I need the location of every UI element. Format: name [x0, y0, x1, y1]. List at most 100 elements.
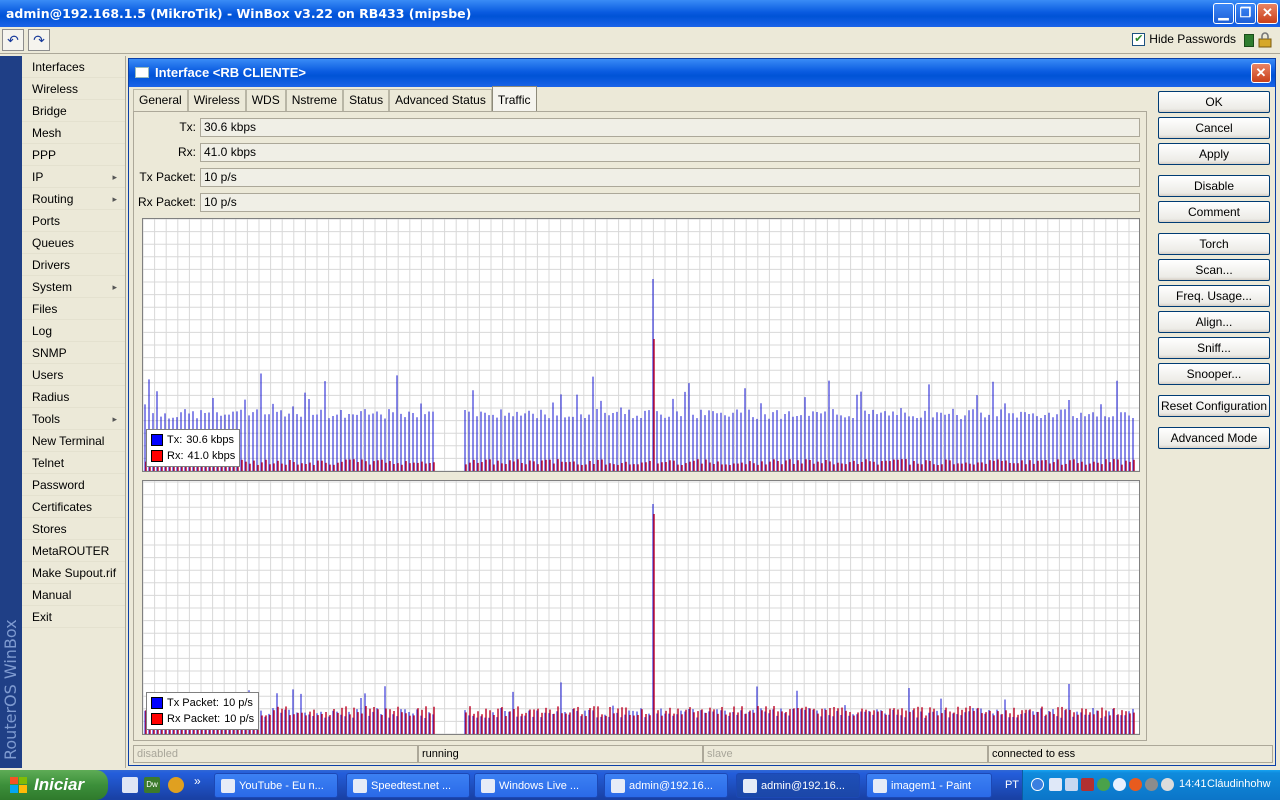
close-button[interactable]: ✕	[1257, 3, 1278, 24]
taskbar-task-button[interactable]: YouTube - Eu n...	[214, 773, 338, 798]
freq-usage-button[interactable]: Freq. Usage...	[1158, 285, 1270, 307]
menu-item-new-terminal[interactable]: New Terminal	[22, 430, 125, 452]
show-desktop-icon[interactable]	[122, 777, 138, 793]
hide-passwords-option[interactable]: ✔ Hide Passwords	[1132, 32, 1236, 46]
menu-item-ppp[interactable]: PPP	[22, 144, 125, 166]
menu-item-ports[interactable]: Ports	[22, 210, 125, 232]
minimize-icon: ▁	[1218, 5, 1229, 20]
undo-button[interactable]: ↶	[2, 29, 24, 51]
menu-item-metarouter[interactable]: MetaROUTER	[22, 540, 125, 562]
tab-traffic[interactable]: Traffic	[491, 86, 537, 111]
dreamweaver-icon[interactable]: Dw	[144, 777, 160, 793]
interface-window-title-bar[interactable]: Interface <RB CLIENTE> ✕	[129, 59, 1275, 87]
menu-item-label: Telnet	[32, 456, 65, 470]
reset-configuration-button[interactable]: Reset Configuration	[1158, 395, 1270, 417]
cancel-button[interactable]: Cancel	[1158, 117, 1270, 139]
menu-item-certificates[interactable]: Certificates	[22, 496, 125, 518]
menu-item-routing[interactable]: Routing ▸	[22, 188, 125, 210]
menu-item-label: System	[32, 280, 73, 294]
search-icon[interactable]	[1113, 778, 1126, 791]
taskbar-task-button[interactable]: imagem1 - Paint	[866, 773, 992, 798]
sniff-button[interactable]: Sniff...	[1158, 337, 1270, 359]
minimize-button[interactable]: ▁	[1213, 3, 1234, 24]
menu-item-manual[interactable]: Manual	[22, 584, 125, 606]
legend-label: Tx Packet:	[167, 697, 219, 709]
tray-app-icon[interactable]	[1145, 778, 1158, 791]
menu-item-stores[interactable]: Stores	[22, 518, 125, 540]
snooper-button[interactable]: Snooper...	[1158, 363, 1270, 385]
taskbar-task-button[interactable]: Speedtest.net ...	[346, 773, 470, 798]
menu-item-telnet[interactable]: Telnet	[22, 452, 125, 474]
rx-packet-label: Rx Packet:	[137, 195, 196, 209]
apply-button[interactable]: Apply	[1158, 143, 1270, 165]
menu-item-users[interactable]: Users	[22, 364, 125, 386]
menu-item-mesh[interactable]: Mesh	[22, 122, 125, 144]
menu-item-exit[interactable]: Exit	[22, 606, 125, 628]
restore-icon: ❐	[1239, 5, 1252, 20]
interface-close-button[interactable]: ✕	[1251, 63, 1271, 83]
menu-item-label: Exit	[32, 610, 53, 624]
menu-item-password[interactable]: Password	[22, 474, 125, 496]
quicklaunch-more-icon[interactable]: »	[194, 774, 201, 788]
legend-entry: Rx: 41.0 kbps	[151, 448, 235, 464]
menu-item-log[interactable]: Log	[22, 320, 125, 342]
tray-back-icon[interactable]	[1031, 778, 1044, 791]
taskbar: Iniciar Dw » YouTube - Eu n... Speedtest.…	[0, 770, 1280, 800]
tx-value: 30.6 kbps	[200, 118, 1140, 137]
torch-button[interactable]: Torch	[1158, 233, 1270, 255]
menu-item-files[interactable]: Files	[22, 298, 125, 320]
advanced-mode-button[interactable]: Advanced Mode	[1158, 427, 1270, 449]
submenu-arrow-icon: ▸	[112, 282, 117, 292]
redo-button[interactable]: ↷	[28, 29, 50, 51]
tab-wireless[interactable]: Wireless	[187, 89, 246, 111]
tab-status[interactable]: Status	[343, 89, 390, 111]
hide-passwords-checkbox[interactable]: ✔	[1132, 32, 1146, 46]
status-cell: running	[418, 745, 703, 763]
menu-item-ip[interactable]: IP ▸	[22, 166, 125, 188]
tab-general[interactable]: General	[133, 89, 188, 111]
scan-button[interactable]: Scan...	[1158, 259, 1270, 281]
traffic-graph-legend: Tx: 30.6 kbps Rx: 41.0 kbps	[146, 429, 241, 467]
tab-wds[interactable]: WDS	[245, 89, 286, 111]
network-icon[interactable]	[1065, 778, 1078, 791]
menu-item-queues[interactable]: Queues	[22, 232, 125, 254]
firefox-icon[interactable]	[1129, 778, 1142, 791]
menu-item-label: Drivers	[32, 258, 70, 272]
menu-item-make-supout-rif[interactable]: Make Supout.rif	[22, 562, 125, 584]
menu-item-system[interactable]: System ▸	[22, 276, 125, 298]
disable-button[interactable]: Disable	[1158, 175, 1270, 197]
taskbar-task-button[interactable]: admin@192.16...	[604, 773, 728, 798]
submenu-arrow-icon: ▸	[112, 172, 117, 182]
menu-item-bridge[interactable]: Bridge	[22, 100, 125, 122]
tab-nstreme[interactable]: Nstreme	[285, 89, 344, 111]
taskbar-task-button[interactable]: Windows Live ...	[474, 773, 598, 798]
brand-sidebar: RouterOS WinBox	[0, 56, 22, 768]
language-indicator[interactable]: PT	[1000, 770, 1024, 800]
menu-item-label: MetaROUTER	[32, 544, 110, 558]
menu-item-interfaces[interactable]: Interfaces	[22, 56, 125, 78]
align-button[interactable]: Align...	[1158, 311, 1270, 333]
interface-window-title: Interface <RB CLIENTE>	[155, 65, 306, 80]
start-button[interactable]: Iniciar	[0, 770, 108, 800]
menu-item-wireless[interactable]: Wireless	[22, 78, 125, 100]
menu-item-radius[interactable]: Radius	[22, 386, 125, 408]
legend-swatch	[151, 434, 163, 446]
menu-item-label: Mesh	[32, 126, 62, 140]
tab-advanced-status[interactable]: Advanced Status	[389, 89, 492, 111]
volume-icon[interactable]	[1161, 778, 1174, 791]
quicklaunch-app-icon[interactable]	[168, 777, 184, 793]
security-icon[interactable]	[1081, 778, 1094, 791]
messenger-icon[interactable]	[1097, 778, 1110, 791]
ok-button[interactable]: OK	[1158, 91, 1270, 113]
close-icon: ✕	[1255, 65, 1267, 80]
menu-item-drivers[interactable]: Drivers	[22, 254, 125, 276]
menu-item-snmp[interactable]: SNMP	[22, 342, 125, 364]
clock[interactable]: 14:41	[1179, 778, 1207, 790]
restore-button[interactable]: ❐	[1235, 3, 1256, 24]
comment-button[interactable]: Comment	[1158, 201, 1270, 223]
submenu-arrow-icon: ▸	[112, 414, 117, 424]
lock-icon	[1258, 32, 1272, 48]
taskbar-task-button[interactable]: admin@192.16...	[736, 773, 860, 798]
wireless-network-icon[interactable]	[1049, 778, 1062, 791]
menu-item-tools[interactable]: Tools ▸	[22, 408, 125, 430]
